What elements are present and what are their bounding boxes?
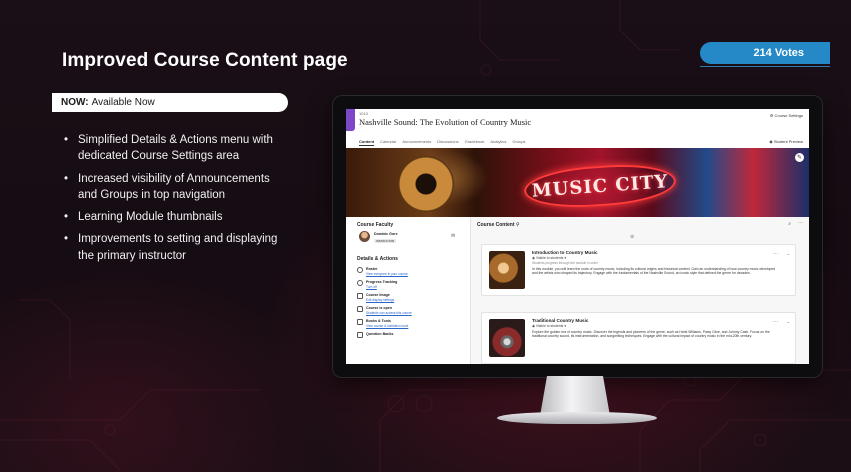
- course-image-title: Course Image: [366, 293, 390, 297]
- module-description: In this module, you will learn the roots…: [532, 267, 776, 276]
- guitar-graphic: [398, 156, 454, 212]
- feature-item: Learning Module thumbnails: [62, 209, 290, 226]
- tab-analytics[interactable]: Analytics: [490, 139, 506, 146]
- chevron-down-icon[interactable]: ⌄: [787, 319, 790, 324]
- more-options-icon[interactable]: ···: [773, 319, 778, 325]
- bank-icon: [357, 332, 363, 338]
- votes-count: 214 Votes: [753, 47, 804, 59]
- module-card[interactable]: Introduction to Country Music ◉ Visible …: [481, 244, 796, 296]
- books-tools-link[interactable]: View course & institution tools: [366, 324, 408, 328]
- module-thumbnail: [489, 251, 525, 289]
- module-subtitle: Students progress through the module in …: [532, 261, 598, 265]
- course-content-heading-text: Course Content: [477, 222, 515, 228]
- visibility-label: Visible to students: [535, 324, 564, 328]
- tab-gradebook[interactable]: Gradebook: [465, 139, 485, 146]
- course-content-heading: Course Content ⚲: [477, 222, 520, 228]
- question-banks-item[interactable]: Question Banks: [357, 332, 462, 342]
- roster-item[interactable]: Roster View everyone in your course: [357, 267, 462, 277]
- course-nav-tabs: Content Calendar Announcements Discussio…: [359, 139, 526, 146]
- feature-list: Simplified Details & Actions menu with d…: [62, 132, 290, 270]
- location-icon: ⚲: [515, 222, 520, 228]
- tab-groups[interactable]: Groups: [512, 139, 525, 146]
- monitor-stand-neck: [540, 376, 610, 416]
- people-icon: [357, 267, 363, 273]
- books-tools-item[interactable]: Books & Tools View course & institution …: [357, 319, 462, 329]
- student-preview-button[interactable]: ◉ Student Preview: [769, 139, 803, 144]
- status-value: Available Now: [91, 97, 155, 108]
- message-icon[interactable]: ✉: [451, 233, 455, 239]
- more-options-icon[interactable]: ···: [798, 220, 803, 226]
- feature-item: Simplified Details & Actions menu with d…: [62, 132, 290, 165]
- slide-background: Improved Course Content page 214 Votes N…: [0, 0, 851, 472]
- preview-icon: ◉: [769, 139, 773, 144]
- module-title[interactable]: Traditional Country Music: [532, 318, 588, 323]
- more-options-icon[interactable]: ···: [773, 251, 778, 257]
- status-label: NOW:: [61, 97, 89, 108]
- details-sidebar: Course Faculty Dominic Gore INSTRUCTOR ✉…: [346, 217, 471, 364]
- course-code: 1013: [359, 111, 368, 116]
- progress-title: Progress Tracking: [366, 280, 398, 284]
- progress-link[interactable]: Turn off: [366, 285, 377, 289]
- course-screen: 1013 Nashville Sound: The Evolution of C…: [346, 109, 809, 364]
- course-color-tab: [346, 109, 355, 131]
- books-tools-title: Books & Tools: [366, 319, 391, 323]
- image-icon: [357, 293, 363, 299]
- roster-title: Roster: [366, 267, 378, 271]
- edit-banner-icon[interactable]: ✎: [795, 153, 804, 162]
- lock-icon: [357, 306, 363, 312]
- course-open-item[interactable]: Course is open Students can access this …: [357, 306, 462, 316]
- visibility-dropdown[interactable]: ◉ Visible to students ▾: [532, 324, 566, 328]
- course-banner-image: MUSIC CITY ✎: [346, 148, 809, 217]
- module-description: Explore the golden era of country music.…: [532, 330, 770, 339]
- neon-sign: MUSIC CITY: [522, 160, 678, 212]
- course-open-link[interactable]: Students can access this course: [366, 311, 412, 315]
- visibility-dropdown[interactable]: ◉ Visible to students ▾: [532, 256, 566, 260]
- tab-discussions[interactable]: Discussions: [437, 139, 458, 146]
- module-thumbnail: [489, 319, 525, 357]
- course-open-title: Course is open: [366, 306, 392, 310]
- tools-icon: [357, 319, 363, 325]
- instructor-name: Dominic Gore: [374, 232, 398, 236]
- monitor-frame: 1013 Nashville Sound: The Evolution of C…: [333, 96, 822, 377]
- course-title: Nashville Sound: The Evolution of Countr…: [359, 117, 532, 127]
- avatar: [359, 231, 370, 242]
- monitor-stand-base: [497, 412, 657, 424]
- progress-icon: [357, 280, 363, 286]
- course-settings-button[interactable]: ⚙ Course Settings: [770, 113, 803, 118]
- course-settings-label: Course Settings: [774, 113, 803, 118]
- neon-sign-text: MUSIC CITY: [531, 170, 669, 202]
- votes-badge: 214 Votes: [700, 42, 830, 67]
- student-preview-label: Student Preview: [773, 139, 803, 144]
- tab-calendar[interactable]: Calendar: [380, 139, 396, 146]
- tab-announcements[interactable]: Announcements: [402, 139, 431, 146]
- module-title[interactable]: Introduction to Country Music: [532, 250, 598, 255]
- feature-item: Increased visibility of Announcements an…: [62, 171, 290, 204]
- progress-item[interactable]: Progress Tracking Turn off: [357, 280, 462, 290]
- add-content-icon[interactable]: ⊕: [630, 234, 634, 240]
- course-image-link[interactable]: Edit display settings: [366, 298, 394, 302]
- visibility-label: Visible to students: [535, 256, 564, 260]
- course-content-panel: Course Content ⚲ ⌕ ··· ⊕ Introduction to…: [471, 217, 809, 364]
- search-icon[interactable]: ⌕: [788, 221, 791, 227]
- course-image-item[interactable]: Course Image Edit display settings: [357, 293, 462, 303]
- module-card[interactable]: Traditional Country Music ◉ Visible to s…: [481, 312, 796, 364]
- question-banks-title: Question Banks: [366, 332, 394, 336]
- slide-title: Improved Course Content page: [62, 50, 348, 71]
- status-bar: NOW: Available Now: [52, 93, 288, 112]
- chevron-down-icon[interactable]: ⌄: [787, 251, 790, 256]
- details-actions-heading: Details & Actions: [357, 256, 398, 262]
- faculty-heading: Course Faculty: [357, 222, 394, 228]
- instructor-badge: INSTRUCTOR: [374, 239, 397, 243]
- tab-content[interactable]: Content: [359, 139, 375, 146]
- feature-item: Improvements to setting and displaying t…: [62, 231, 290, 264]
- roster-link[interactable]: View everyone in your course: [366, 272, 408, 276]
